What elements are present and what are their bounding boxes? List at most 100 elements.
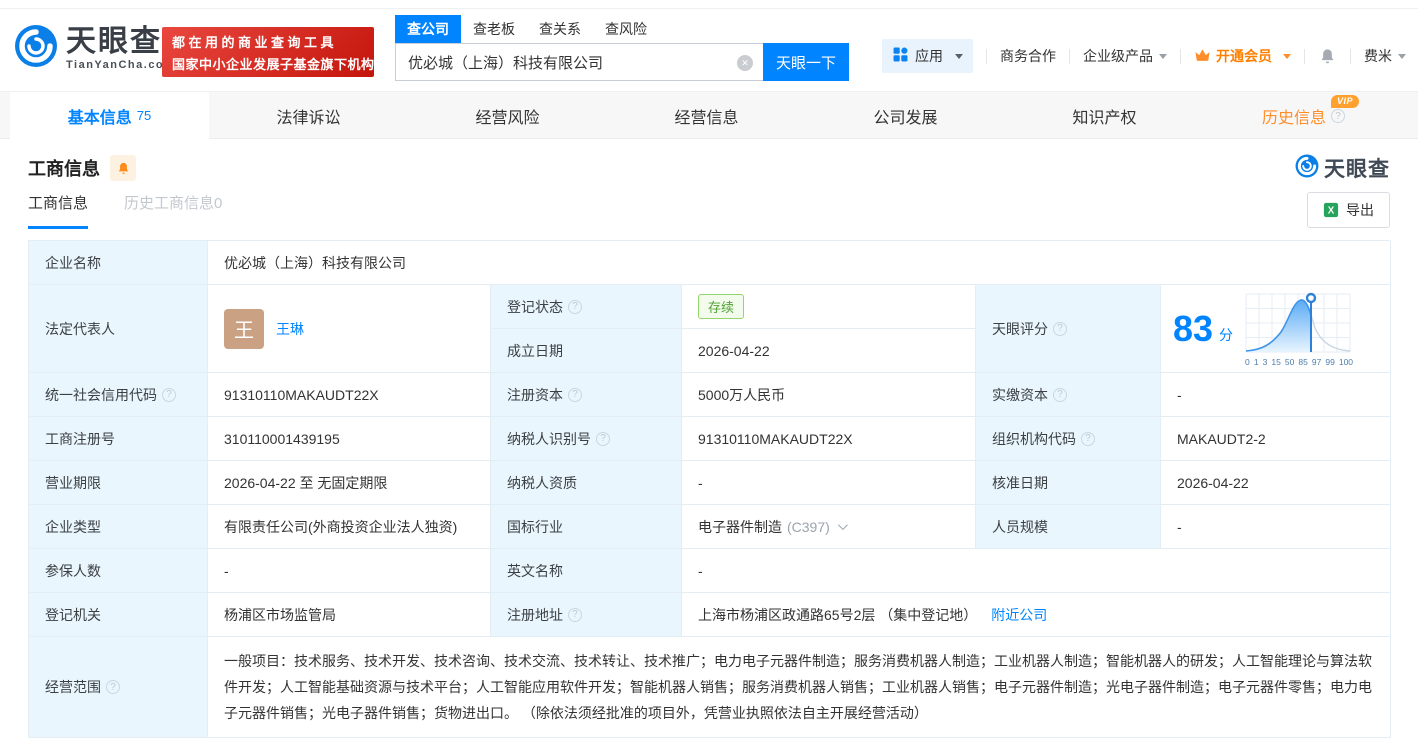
- tianyancha-watermark: 天眼查: [1295, 153, 1390, 183]
- nearby-companies-link[interactable]: 附近公司: [991, 605, 1047, 625]
- tab-basic-info[interactable]: 基本信息 75: [10, 92, 209, 140]
- legal-rep-name-link[interactable]: 王琳: [276, 319, 304, 339]
- tab-legal-proceedings[interactable]: 法律诉讼: [209, 92, 408, 140]
- sub-tabs: 工商信息 历史工商信息0: [28, 192, 222, 229]
- tab-development-label: 公司发展: [873, 110, 938, 127]
- field-label-credit-code: 统一社会信用代码: [29, 373, 208, 417]
- apps-menu-button[interactable]: 应用: [882, 39, 973, 73]
- clear-search-icon[interactable]: [737, 55, 753, 71]
- field-label-company-name: 企业名称: [29, 241, 208, 285]
- chevron-down-icon[interactable]: [837, 520, 848, 531]
- field-label-paid-capital: 实缴资本: [976, 373, 1161, 417]
- tab-operation-label: 经营信息: [674, 110, 739, 127]
- tab-intellectual-property[interactable]: 知识产权: [1005, 92, 1204, 140]
- export-button[interactable]: X 导出: [1307, 192, 1390, 228]
- field-value-reg-status: 存续: [682, 285, 976, 329]
- field-value-taxpayer-quality: -: [682, 461, 976, 505]
- tab-history-info[interactable]: VIP 历史信息: [1204, 92, 1403, 140]
- field-value-company-type: 有限责任公司(外商投资企业法人独资): [208, 505, 491, 549]
- search-input[interactable]: [396, 44, 763, 80]
- question-circle-icon[interactable]: [1053, 321, 1067, 336]
- field-value-reg-authority: 杨浦区市场监管局: [208, 593, 491, 637]
- chevron-down-icon: [955, 53, 963, 59]
- search-row: 天眼一下: [395, 43, 849, 81]
- logo-text: 天眼查 TianYanCha.com: [66, 26, 176, 71]
- reg-status-label-text: 登记状态: [507, 298, 563, 315]
- menu-item-enterprise[interactable]: 企业级产品: [1083, 46, 1167, 66]
- field-label-legal-rep: 法定代表人: [29, 285, 208, 373]
- field-label-reg-status: 登记状态: [491, 285, 682, 329]
- top-header: 天眼查 TianYanCha.com 都在用的商业查询工具 国家中小企业发展子基…: [0, 9, 1418, 91]
- section-title-group: 工商信息: [28, 155, 136, 181]
- question-circle-icon[interactable]: [1331, 109, 1345, 123]
- tab-legal-label: 法律诉讼: [276, 110, 341, 127]
- field-label-business-term: 营业期限: [29, 461, 208, 505]
- tianyancha-company-page: 天眼查 TianYanCha.com 都在用的商业查询工具 国家中小企业发展子基…: [0, 0, 1418, 746]
- field-label-english-name: 英文名称: [491, 549, 682, 593]
- question-circle-icon[interactable]: [568, 299, 582, 314]
- export-label: 导出: [1346, 202, 1374, 218]
- chevron-down-icon: [1398, 53, 1406, 59]
- field-label-establish-date: 成立日期: [491, 329, 682, 373]
- status-badge: 存续: [698, 294, 745, 319]
- question-circle-icon[interactable]: [568, 387, 582, 402]
- menu-divider: [1180, 48, 1181, 64]
- logo-eye-icon: [1295, 154, 1319, 183]
- search-tab-company[interactable]: 查公司: [395, 15, 461, 43]
- reg-address-text: 上海市杨浦区政通路65号2层 （集中登记地）: [698, 606, 978, 623]
- search-tab-boss[interactable]: 查老板: [461, 15, 527, 43]
- user-menu[interactable]: 费米: [1364, 46, 1406, 66]
- question-circle-icon[interactable]: [1053, 387, 1067, 402]
- username-label: 费米: [1364, 48, 1392, 64]
- credit-code-label-text: 统一社会信用代码: [45, 386, 157, 403]
- field-label-reg-authority: 登记机关: [29, 593, 208, 637]
- field-value-reg-number: 310110001439195: [208, 417, 491, 461]
- menu-item-open-vip[interactable]: 开通会员: [1194, 46, 1291, 66]
- tab-basic-info-label: 基本信息: [67, 110, 132, 127]
- logo-domain: TianYanCha.com: [66, 58, 176, 71]
- menu-item-cooperation[interactable]: 商务合作: [1000, 46, 1056, 66]
- field-label-company-type: 企业类型: [29, 505, 208, 549]
- search-tab-relation[interactable]: 查关系: [527, 15, 593, 43]
- field-label-industry: 国标行业: [491, 505, 682, 549]
- question-circle-icon[interactable]: [106, 680, 120, 694]
- score-unit: 分: [1219, 326, 1234, 343]
- tab-history-label: 历史信息: [1261, 110, 1326, 127]
- excel-icon: X: [1323, 202, 1339, 218]
- field-value-establish-date: 2026-04-22: [682, 329, 976, 373]
- tab-operation-info[interactable]: 经营信息: [607, 92, 806, 140]
- field-value-legal-rep: 王 王琳: [208, 285, 491, 373]
- legal-rep-avatar[interactable]: 王: [224, 308, 264, 349]
- company-nav-tabs: 基本信息 75 法律诉讼 经营风险 经营信息 公司发展 知识产权 VIP 历史信…: [0, 91, 1418, 140]
- question-circle-icon[interactable]: [1081, 431, 1095, 446]
- apps-label: 应用: [915, 48, 943, 64]
- notification-bell-button[interactable]: [1318, 47, 1337, 66]
- question-circle-icon[interactable]: [596, 431, 610, 446]
- search-button[interactable]: 天眼一下: [763, 43, 849, 81]
- sub-tab-row: 工商信息 历史工商信息0 X 导出: [28, 192, 1390, 234]
- watermark-brand: 天眼查: [1324, 158, 1390, 181]
- score-chart-x-ticks: 0 1 3 15 50 85 97 99 100: [1245, 357, 1354, 368]
- tianyancha-logo[interactable]: 天眼查 TianYanCha.com: [14, 24, 175, 73]
- field-value-staff-size: -: [1161, 505, 1391, 549]
- field-value-business-scope: 一般项目：技术服务、技术开发、技术咨询、技术交流、技术转让、技术推广；电力电子元…: [208, 637, 1391, 738]
- tab-company-development[interactable]: 公司发展: [806, 92, 1005, 140]
- slogan-line2: 国家中小企业发展子基金旗下机构: [172, 56, 375, 72]
- industry-name: 电子器件制造: [698, 518, 782, 535]
- subtab-history-business-info[interactable]: 历史工商信息0: [124, 192, 222, 229]
- question-circle-icon[interactable]: [568, 607, 582, 622]
- paid-capital-label-text: 实缴资本: [992, 386, 1048, 403]
- subtab-business-info[interactable]: 工商信息: [28, 192, 89, 229]
- tab-operation-risk[interactable]: 经营风险: [408, 92, 607, 140]
- subscribe-bell-button[interactable]: [110, 155, 136, 181]
- menu-divider: [1350, 48, 1351, 64]
- chevron-down-icon: [1159, 53, 1167, 59]
- search-tab-risk[interactable]: 查风险: [593, 15, 659, 43]
- question-circle-icon[interactable]: [162, 387, 176, 402]
- field-label-insured-count: 参保人数: [29, 549, 208, 593]
- field-label-org-code: 组织机构代码: [976, 417, 1161, 461]
- field-label-reg-capital: 注册资本: [491, 373, 682, 417]
- field-value-business-term: 2026-04-22 至 无固定期限: [208, 461, 491, 505]
- business-scope-label-text: 经营范围: [45, 679, 101, 695]
- field-value-english-name: -: [682, 549, 1391, 593]
